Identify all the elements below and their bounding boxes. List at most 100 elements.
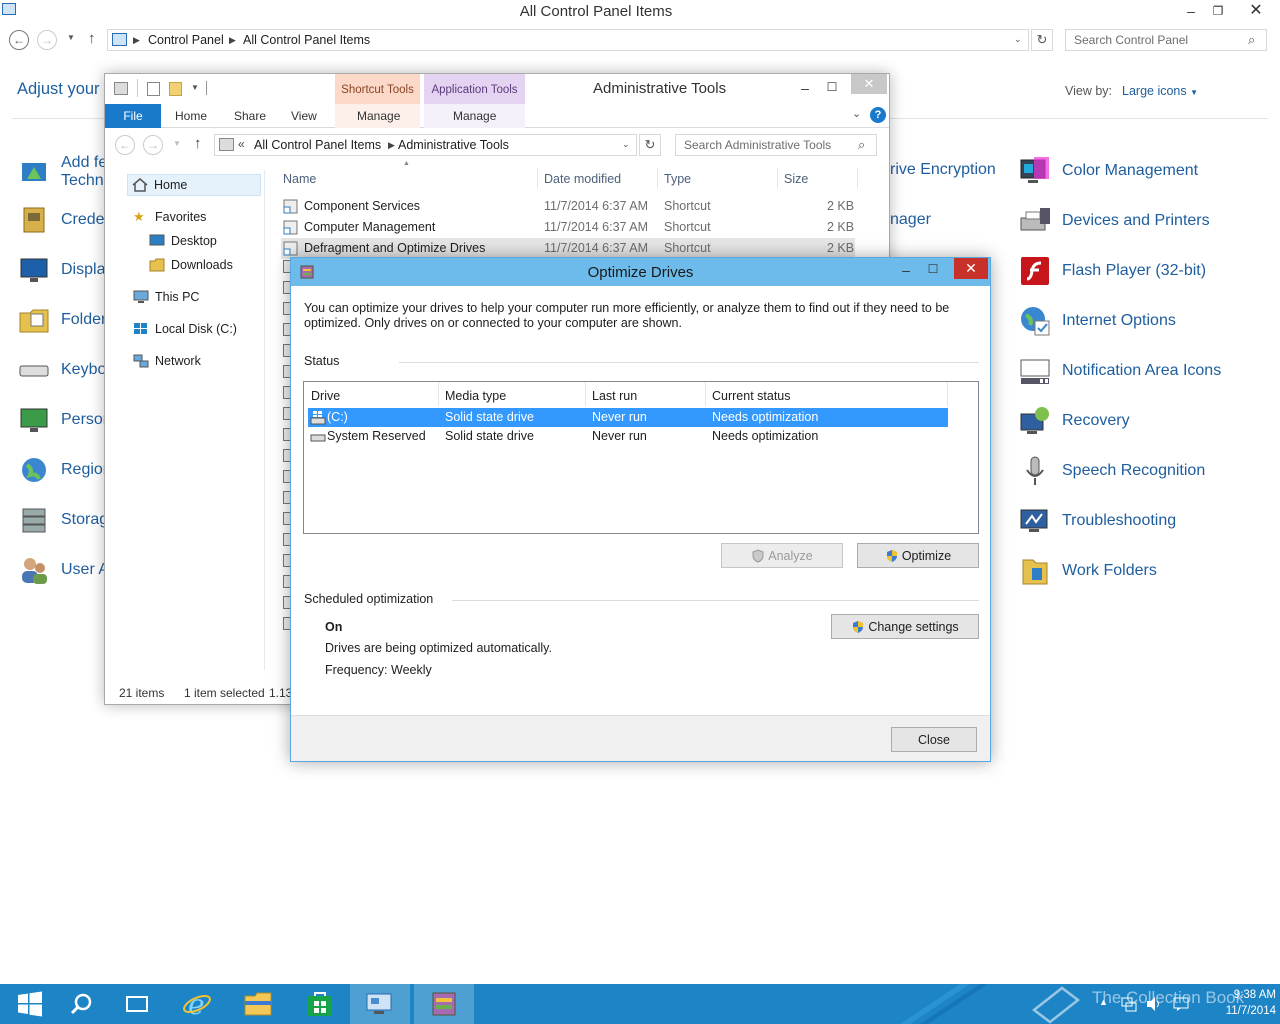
new-folder-quick-icon[interactable] [169,82,182,96]
close-button[interactable]: ✕ [1243,1,1269,21]
file-row[interactable]: Component Services 11/7/2014 6:37 AM Sho… [281,196,855,217]
cp-item-flash-player[interactable]: Flash Player (32-bit) [1018,251,1221,291]
view-by-dropdown[interactable]: Large icons ▼ [1122,84,1198,98]
up-button[interactable]: ↑ [194,135,202,152]
analyze-button[interactable]: Analyze [721,543,843,568]
customize-quick-access-chevron-icon[interactable]: ▼ [191,83,199,92]
breadcrumb-all-items[interactable]: All Control Panel Items [243,33,370,47]
cp-item-display[interactable]: Displa [17,250,109,290]
cp-item-add-features[interactable]: Add fe Techni [17,150,109,194]
column-header-date-modified[interactable]: Date modified [544,172,621,186]
optimize-button[interactable]: Optimize [857,543,979,568]
cp-item-internet-options[interactable]: Internet Options [1018,301,1221,341]
show-hidden-icons-chevron-icon[interactable]: ▲ [1099,997,1108,1007]
recent-locations-chevron-icon[interactable]: ▼ [67,33,75,42]
column-separator[interactable] [857,168,858,188]
nav-item-desktop[interactable]: Desktop [149,230,217,252]
breadcrumb-all-items[interactable]: All Control Panel Items [254,138,381,152]
ribbon-tab-home[interactable]: Home [175,109,207,123]
forward-button[interactable]: → [37,30,57,50]
volume-tray-icon[interactable] [1145,995,1163,1013]
breadcrumb-administrative-tools[interactable]: Administrative Tools [398,138,509,152]
cp-item-troubleshooting[interactable]: Troubleshooting [1018,501,1221,541]
search-icon[interactable]: ⌕ [1248,32,1255,48]
store-button[interactable] [290,984,350,1024]
start-button[interactable] [0,984,60,1024]
nav-item-downloads[interactable]: Downloads [149,254,233,276]
cp-item-storage-spaces[interactable]: Storag [17,500,109,540]
maximize-button[interactable]: ❐ [1205,1,1231,21]
ribbon-tab-share[interactable]: Share [234,109,266,123]
control-panel-address-bar[interactable]: ▶ Control Panel ▶ All Control Panel Item… [107,29,1029,51]
column-header-size[interactable]: Size [784,172,808,186]
cp-item-keyboard[interactable]: Keybo [17,350,109,390]
close-dialog-button[interactable]: Close [891,727,977,752]
maximize-button[interactable]: ☐ [920,259,946,279]
taskbar-clock[interactable]: 9:38 AM 11/7/2014 [1196,987,1276,1019]
column-header-media-type[interactable]: Media type [445,389,506,403]
nav-item-home[interactable]: Home [127,174,261,196]
cp-item-user-accounts[interactable]: User A [17,550,109,590]
cp-item-credential-manager[interactable]: Crede [17,200,109,240]
nav-item-local-disk[interactable]: Local Disk (C:) [133,318,237,340]
address-dropdown-chevron-icon[interactable]: ⌄ [1014,34,1022,45]
cp-item-device-manager[interactable]: nager [890,211,931,229]
internet-explorer-button[interactable]: e [167,984,227,1024]
ribbon-tab-view[interactable]: View [291,109,317,123]
task-view-button[interactable] [107,984,167,1024]
forward-button[interactable]: → [143,135,163,155]
column-header-drive[interactable]: Drive [311,389,340,403]
refresh-button[interactable]: ↻ [639,134,661,156]
drive-list[interactable]: Drive Media type Last run Current status… [303,381,979,534]
cp-item-folder-options[interactable]: Folder [17,300,109,340]
file-row[interactable]: Computer Management 11/7/2014 6:37 AM Sh… [281,217,855,238]
optimize-drives-taskbar-button[interactable] [414,984,474,1024]
cp-item-work-folders[interactable]: Work Folders [1018,551,1221,591]
search-taskbar-button[interactable] [52,984,112,1024]
column-separator[interactable] [438,382,439,406]
column-header-current-status[interactable]: Current status [712,389,791,403]
drive-row-selected[interactable]: (C:) Solid state drive Never run Needs o… [308,408,948,427]
ribbon-tab-manage-application[interactable]: Manage [453,109,496,123]
minimize-button[interactable]: – [1178,1,1204,21]
cp-item-speech-recognition[interactable]: Speech Recognition [1018,451,1221,491]
cp-item-personalization[interactable]: Persor [17,400,109,440]
network-tray-icon[interactable] [1120,995,1138,1013]
back-button[interactable]: ← [115,135,135,155]
breadcrumb-control-panel[interactable]: Control Panel [148,33,224,47]
column-header-last-run[interactable]: Last run [592,389,637,403]
address-dropdown-chevron-icon[interactable]: ⌄ [622,139,630,150]
column-separator[interactable] [705,382,706,406]
properties-quick-icon[interactable] [147,82,160,96]
control-panel-search-input[interactable]: Search Control Panel ⌕ [1065,29,1267,51]
column-separator[interactable] [777,168,778,188]
ribbon-tab-file[interactable]: File [105,104,161,128]
refresh-button[interactable]: ↻ [1031,29,1053,51]
nav-item-network[interactable]: Network [133,350,201,372]
column-header-type[interactable]: Type [664,172,691,186]
up-button[interactable]: ↑ [88,30,96,47]
cp-item-bitlocker[interactable]: rive Encryption [890,161,996,179]
recent-locations-chevron-icon[interactable]: ▼ [173,139,181,148]
back-button[interactable]: ← [9,30,29,50]
cp-item-notification-area-icons[interactable]: Notification Area Icons [1018,351,1221,391]
minimize-button[interactable]: – [893,260,919,280]
close-button[interactable]: ✕ [851,74,887,94]
cp-item-region[interactable]: Regior [17,450,109,490]
cp-item-devices-printers[interactable]: Devices and Printers [1018,201,1221,241]
help-icon[interactable]: ? [870,107,886,123]
nav-item-favorites[interactable]: ★ Favorites [133,206,206,228]
minimize-button[interactable]: – [792,78,818,98]
close-button[interactable]: ✕ [954,258,988,279]
file-row-selected[interactable]: Defragment and Optimize Drives 11/7/2014… [281,238,855,259]
cp-item-color-management[interactable]: Color Management [1018,151,1221,191]
search-icon[interactable]: ⌕ [858,137,865,153]
file-explorer-button[interactable] [228,984,288,1024]
overflow-breadcrumb-icon[interactable]: « [238,137,245,151]
column-separator[interactable] [657,168,658,188]
column-header-name[interactable]: Name [283,172,316,186]
nav-item-this-pc[interactable]: This PC [133,286,199,308]
column-separator[interactable] [947,382,948,406]
control-panel-taskbar-button[interactable] [350,984,410,1024]
action-center-tray-icon[interactable] [1172,996,1190,1012]
